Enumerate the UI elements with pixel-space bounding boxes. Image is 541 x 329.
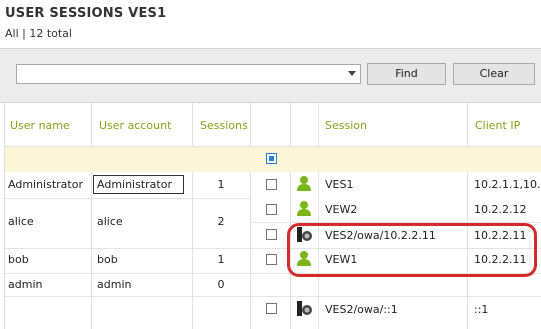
select-all-checkbox[interactable] (266, 153, 277, 164)
column-divider (318, 101, 319, 329)
session-name-cell: VEW2 (325, 203, 358, 216)
user-account-cell: bob (97, 253, 118, 266)
session-checkbox[interactable] (266, 303, 277, 314)
clear-button[interactable]: Clear (453, 63, 535, 85)
user-account-edit-field[interactable]: Administrator (93, 175, 184, 194)
page-title: USER SESSIONS VES1 (5, 6, 167, 21)
user-name-cell: alice (8, 215, 34, 228)
client-ip-cell: 10.2.2.12 (474, 203, 527, 216)
session-name-cell: VES1 (325, 178, 354, 191)
record-count: All | 12 total (5, 27, 72, 40)
web-session-icon (297, 301, 312, 316)
user-account-cell: admin (97, 278, 132, 291)
session-checkbox[interactable] (266, 229, 277, 240)
session-checkbox[interactable] (266, 254, 277, 265)
session-checkbox[interactable] (266, 204, 277, 215)
sessions-count-cell: 1 (217, 253, 225, 266)
column-header-sessions[interactable]: Sessions (200, 119, 248, 132)
sessions-count-cell: 1 (217, 178, 225, 191)
column-divider (192, 101, 193, 329)
session-name-cell: VES2/owa/::1 (325, 303, 398, 316)
user-icon (297, 201, 311, 216)
column-divider (290, 101, 291, 329)
user-name-cell: Administrator (8, 178, 83, 191)
client-ip-cell: ::1 (474, 303, 489, 316)
highlight-annotation (287, 223, 537, 277)
column-header-session[interactable]: Session (325, 119, 367, 132)
chevron-down-icon[interactable] (348, 71, 356, 76)
user-icon (297, 176, 311, 191)
user-name-cell: bob (8, 253, 29, 266)
user-name-cell: admin (8, 278, 43, 291)
row-divider (5, 296, 541, 297)
row-divider (5, 198, 250, 199)
sessions-count-cell: 0 (217, 278, 225, 291)
column-divider (467, 101, 468, 329)
sessions-count-cell: 2 (217, 215, 225, 228)
client-ip-cell: 10.2.1.1,10... (474, 178, 540, 191)
column-divider (250, 101, 251, 329)
column-divider (91, 101, 92, 329)
session-checkbox[interactable] (266, 179, 277, 190)
filter-combobox[interactable] (16, 64, 361, 84)
row-divider (5, 146, 541, 147)
find-button[interactable]: Find (367, 63, 446, 85)
column-header-client-ip[interactable]: Client IP (475, 119, 520, 132)
column-header-user-name[interactable]: User name (10, 119, 70, 132)
column-header-user-account[interactable]: User account (99, 119, 171, 132)
user-account-cell: alice (97, 215, 123, 228)
grid-border (4, 101, 5, 329)
